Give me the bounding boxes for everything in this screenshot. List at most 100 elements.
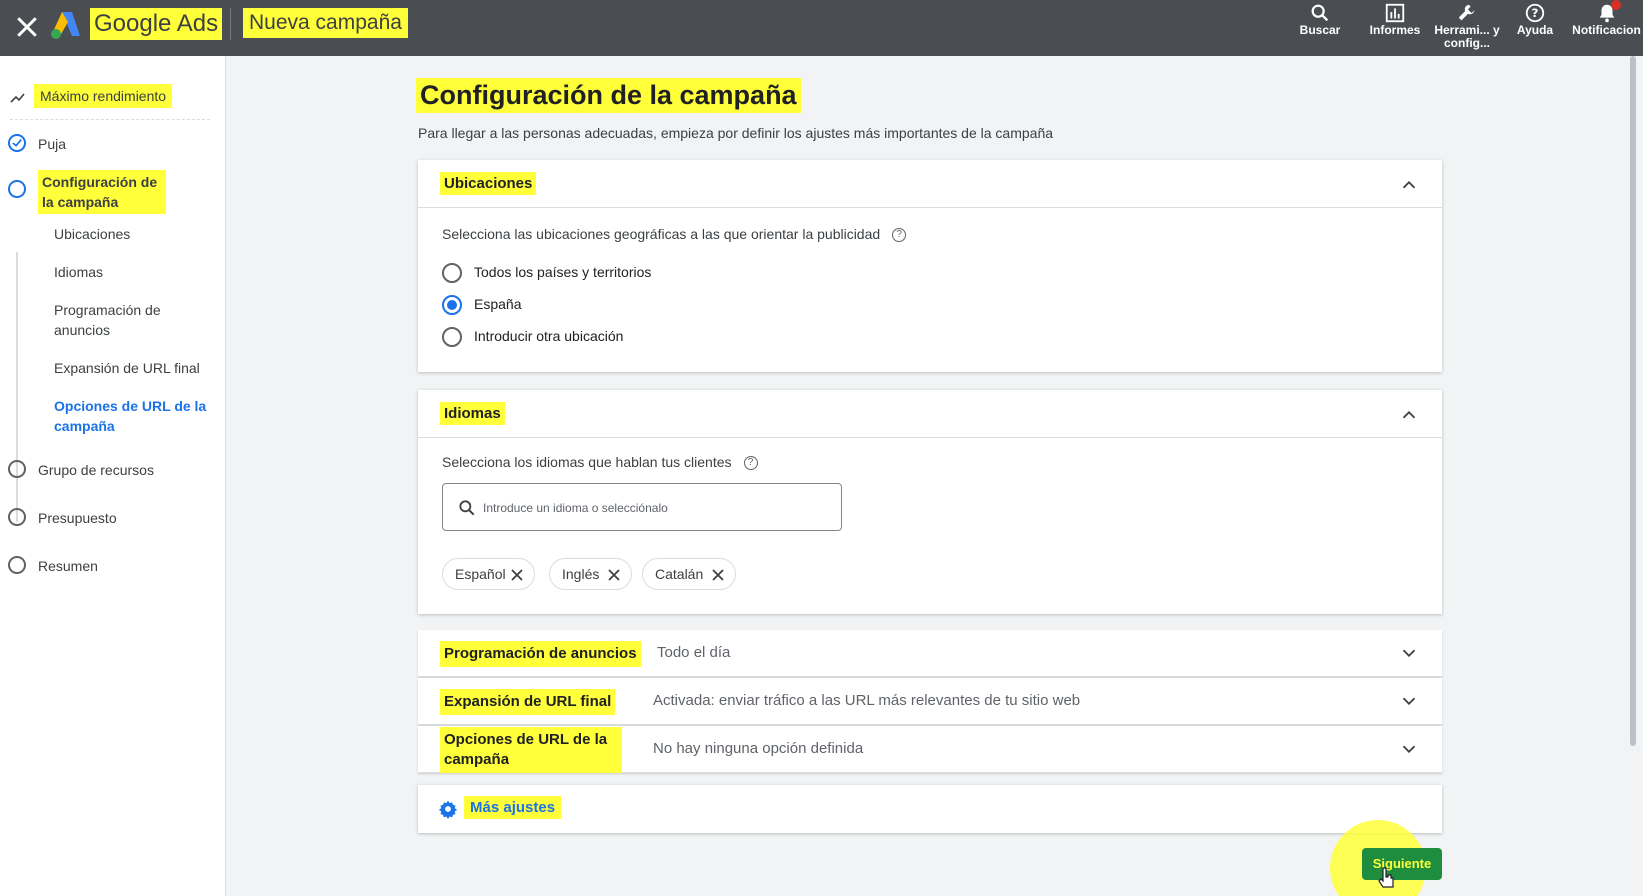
search-tool-button[interactable]: Buscar: [1290, 0, 1350, 56]
chevron-down-icon[interactable]: [1398, 690, 1420, 712]
row-title: Programación de anuncios: [440, 641, 641, 667]
step-label: Grupo de recursos: [38, 462, 154, 478]
radio-circle-selected: [442, 295, 462, 315]
close-icon[interactable]: [607, 568, 621, 582]
brand-name: Google Ads: [90, 8, 223, 40]
subitem-expansion-url[interactable]: Expansión de URL final: [54, 358, 200, 378]
wrench-icon: [1458, 4, 1475, 21]
tool-label: Buscar: [1299, 23, 1341, 37]
google-ads-logo-icon: [51, 12, 80, 39]
radio-label: Introducir otra ubicación: [474, 328, 624, 344]
row-title: Expansión de URL final: [440, 689, 616, 715]
subitem-programacion[interactable]: Programación de anuncios: [54, 300, 204, 340]
tool-label: Informes: [1369, 23, 1421, 37]
chevron-up-icon[interactable]: [1398, 174, 1420, 196]
locations-prompt-text: Selecciona las ubicaciones geográficas a…: [442, 226, 881, 242]
locations-card: Ubicaciones Selecciona las ubicaciones g…: [418, 160, 1442, 372]
language-search-input[interactable]: [483, 496, 823, 520]
search-icon: [459, 500, 475, 516]
subitem-opciones-url[interactable]: Opciones de URL de la campaña: [54, 396, 214, 436]
ad-schedule-row[interactable]: Programación de anuncios Todo el día: [418, 630, 1442, 677]
search-icon: [1311, 4, 1329, 22]
help-tool-button[interactable]: ? Ayuda: [1510, 0, 1560, 56]
chip-label: Catalán: [655, 566, 704, 582]
page-scrollbar[interactable]: [1630, 56, 1636, 746]
row-value: Activada: enviar tráfico a las URL más r…: [653, 692, 1081, 709]
tool-label: Notificacion: [1572, 23, 1641, 37]
languages-prompt: Selecciona los idiomas que hablan tus cl…: [442, 454, 758, 471]
step-label: Puja: [38, 136, 67, 152]
row-value: Todo el día: [657, 644, 731, 661]
campaign-url-options-row[interactable]: Opciones de URL de la campaña No hay nin…: [418, 726, 1442, 773]
pending-step-icon: [8, 460, 26, 478]
page-description: Para llegar a las personas adecuadas, em…: [418, 125, 1054, 141]
languages-card: Idiomas Selecciona los idiomas que habla…: [418, 390, 1442, 614]
locations-card-header[interactable]: Ubicaciones: [418, 160, 1442, 208]
step-label: Configuración de la campaña: [38, 170, 166, 214]
final-url-expansion-row[interactable]: Expansión de URL final Activada: enviar …: [418, 678, 1442, 725]
radio-otra-ubicacion[interactable]: Introducir otra ubicación: [442, 327, 702, 349]
next-button[interactable]: Siguiente: [1362, 848, 1442, 880]
chevron-down-icon[interactable]: [1398, 642, 1420, 664]
language-search-field[interactable]: [442, 483, 842, 531]
help-icon: ?: [1525, 3, 1545, 23]
radio-label: España: [474, 296, 522, 312]
bar-chart-icon: [1385, 3, 1405, 23]
card-title: Idiomas: [440, 402, 505, 425]
close-icon[interactable]: [12, 12, 42, 42]
pending-step-icon: [8, 556, 26, 574]
step-grupo-recursos[interactable]: Grupo de recursos: [8, 458, 208, 482]
locations-prompt: Selecciona las ubicaciones geográficas a…: [442, 226, 907, 243]
top-bar: Google Ads Nueva campaña Buscar Informes…: [0, 0, 1643, 56]
hand-cursor-icon: [1378, 867, 1394, 888]
page-title: Configuración de la campaña: [416, 78, 801, 113]
header-divider: [230, 8, 231, 40]
current-step-icon: [8, 180, 26, 198]
close-icon[interactable]: [711, 568, 725, 582]
radio-espana[interactable]: España: [442, 295, 702, 317]
language-chip-espanol: Español: [442, 558, 535, 590]
campaign-type-label: Máximo rendimiento: [34, 84, 173, 108]
row-title: Opciones de URL de la campaña: [440, 727, 622, 773]
step-label: Presupuesto: [38, 510, 117, 526]
campaign-steps-sidebar: Máximo rendimiento Puja Configuración de…: [0, 56, 226, 896]
step-presupuesto[interactable]: Presupuesto: [8, 506, 208, 530]
radio-todos-paises[interactable]: Todos los países y territorios: [442, 263, 702, 285]
chevron-up-icon[interactable]: [1398, 404, 1420, 426]
campaign-type: Máximo rendimiento: [10, 80, 210, 120]
chip-label: Inglés: [562, 566, 600, 582]
card-title: Ubicaciones: [440, 172, 537, 195]
radio-label: Todos los países y territorios: [474, 264, 652, 280]
tool-label: Herrami... y config...: [1434, 23, 1500, 50]
close-icon[interactable]: [510, 568, 524, 582]
languages-prompt-text: Selecciona los idiomas que hablan tus cl…: [442, 454, 732, 470]
tools-config-button[interactable]: Herrami... y config...: [1432, 0, 1502, 56]
help-circle-icon[interactable]: ?: [743, 456, 758, 471]
help-circle-icon[interactable]: ?: [892, 228, 907, 243]
tool-label: Ayuda: [1516, 23, 1554, 37]
reports-tool-button[interactable]: Informes: [1360, 0, 1430, 56]
language-chip-ingles: Inglés: [549, 558, 632, 590]
subitem-idiomas[interactable]: Idiomas: [54, 262, 103, 282]
trending-up-icon: [10, 93, 25, 103]
notification-badge: [1611, 0, 1621, 10]
more-settings-label: Más ajustes: [464, 796, 562, 819]
radio-circle: [442, 327, 462, 347]
campaign-title: Nueva campaña: [243, 8, 408, 38]
language-chip-catalan: Catalán: [642, 558, 736, 590]
pending-step-icon: [8, 508, 26, 526]
more-settings-button[interactable]: Más ajustes: [418, 785, 1442, 833]
step-configuracion[interactable]: Configuración de la campaña: [8, 168, 218, 214]
check-circle-icon: [8, 134, 26, 152]
row-value: No hay ninguna opción definida: [653, 740, 864, 757]
gear-icon: [438, 800, 458, 819]
languages-card-header[interactable]: Idiomas: [418, 390, 1442, 438]
radio-circle: [442, 263, 462, 283]
svg-text:?: ?: [1532, 6, 1539, 20]
step-resumen[interactable]: Resumen: [8, 554, 208, 578]
notifications-button[interactable]: Notificacion: [1570, 0, 1643, 56]
chip-label: Español: [455, 566, 506, 582]
step-puja[interactable]: Puja: [8, 132, 208, 156]
chevron-down-icon[interactable]: [1398, 738, 1420, 760]
subitem-ubicaciones[interactable]: Ubicaciones: [54, 224, 130, 244]
